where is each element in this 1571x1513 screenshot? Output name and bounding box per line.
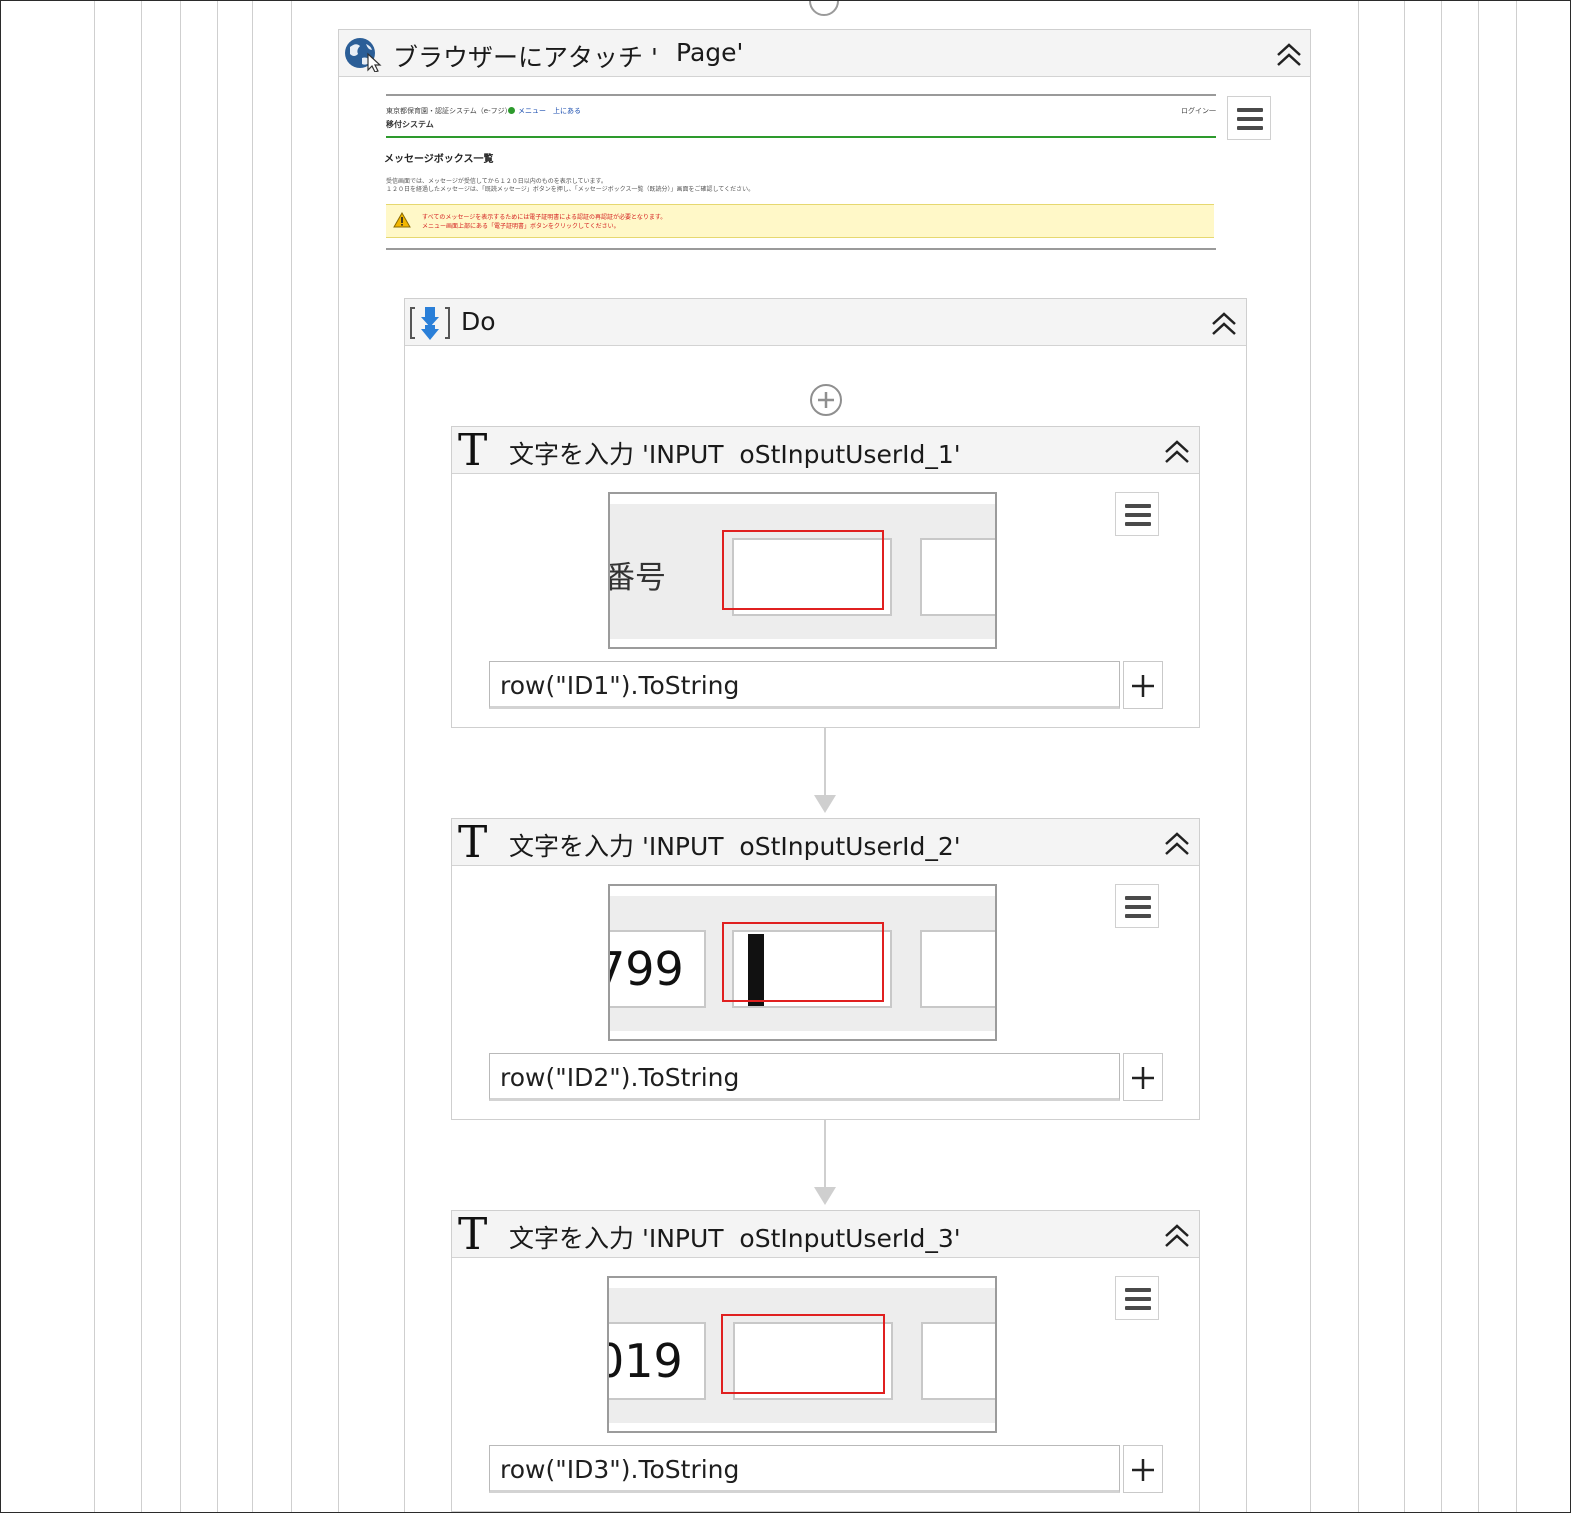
text-expression-field[interactable]: row("ID1").ToString xyxy=(489,661,1120,709)
preview-field-value: 019 xyxy=(609,1334,683,1388)
target-element-preview: 799 xyxy=(608,884,997,1041)
double-chevron-up-icon[interactable] xyxy=(1162,828,1192,858)
attach-browser-title-suffix: Page' xyxy=(676,38,744,67)
T-type-into-icon: T xyxy=(458,817,488,868)
connector-arrow xyxy=(814,795,836,813)
do-sequence-title: Do xyxy=(461,307,496,336)
preview-top-rule xyxy=(386,94,1216,96)
type-into-header[interactable]: T 文字を入力 'INPUT oStInputUserId_2' xyxy=(452,819,1199,866)
type-into-activity[interactable]: T 文字を入力 'INPUT oStInputUserId_1' 番号 row(… xyxy=(451,426,1200,728)
preview-system-name: 移付システム xyxy=(386,120,434,129)
nesting-guide-line xyxy=(1404,1,1405,1512)
type-into-title: 文字を入力 'INPUT oStInputUserId_3' xyxy=(509,1224,961,1253)
target-element-preview: 番号 xyxy=(608,492,997,649)
do-sequence[interactable]: Do T 文字を入力 'INPUT oStInputUserId_1' 番号 r… xyxy=(404,298,1247,1512)
attach-browser-title-prefix: ブラウザーにアタッチ ' xyxy=(393,43,658,72)
selection-highlight xyxy=(722,530,884,610)
connector-arrow xyxy=(814,1187,836,1205)
globe-cursor-icon xyxy=(345,38,382,72)
circle-plus-icon[interactable] xyxy=(808,382,844,418)
nesting-guide-line xyxy=(180,1,181,1512)
hamburger-menu-icon[interactable] xyxy=(1227,96,1271,140)
nesting-guide-line xyxy=(1478,1,1479,1512)
do-sequence-header[interactable]: Do xyxy=(405,299,1246,346)
T-type-into-icon: T xyxy=(458,425,488,476)
preview-header-links: メニュー 上にある xyxy=(518,107,581,115)
hamburger-menu-icon[interactable] xyxy=(1115,1276,1159,1320)
workflow-designer-canvas: ブラウザーにアタッチ ' Page' 東京都保育園・認証システム（e-フジ） メ… xyxy=(0,0,1571,1513)
preview-bottom-rule xyxy=(386,248,1216,250)
preview-warning-line2: メニュー画面上部にある「電子証明書」ボタンをクリックしてください。 xyxy=(422,223,620,230)
type-into-activity[interactable]: T 文字を入力 'INPUT oStInputUserId_3' 019 xyxy=(451,1210,1200,1512)
nesting-guide-line xyxy=(217,1,218,1512)
nesting-guide-line xyxy=(252,1,253,1512)
preview-status-dot xyxy=(508,107,515,114)
hamburger-menu-icon[interactable] xyxy=(1115,884,1159,928)
plus-icon[interactable] xyxy=(1123,1445,1163,1493)
preview-neighbor-input xyxy=(920,538,995,616)
selection-highlight xyxy=(722,922,884,1002)
preview-header-text: 東京都保育園・認証システム（e-フジ） xyxy=(386,107,512,115)
nesting-guide-line xyxy=(141,1,142,1512)
nesting-guide-line xyxy=(291,1,292,1512)
plus-icon[interactable] xyxy=(1123,661,1163,709)
type-into-header[interactable]: T 文字を入力 'INPUT oStInputUserId_1' xyxy=(452,427,1199,474)
text-expression-field[interactable]: row("ID3").ToString xyxy=(489,1445,1120,1493)
preview-green-rule xyxy=(386,136,1216,138)
nesting-guide-line xyxy=(1358,1,1359,1512)
preview-warning-box: すべてのメッセージを表示するためには電子証明書による認証の再認証が必要となります… xyxy=(386,204,1214,238)
plus-icon[interactable] xyxy=(1123,1053,1163,1101)
warning-icon xyxy=(393,212,411,228)
nesting-guide-line xyxy=(94,1,95,1512)
attach-browser-header[interactable]: ブラウザーにアタッチ ' Page' xyxy=(339,30,1310,77)
preview-desc-line2: １２０日を経過したメッセージは、「既読メッセージ」ボタンを押し、「メッセージボッ… xyxy=(386,186,755,193)
T-type-into-icon: T xyxy=(458,1209,488,1260)
hamburger-menu-icon[interactable] xyxy=(1115,492,1159,536)
type-into-header[interactable]: T 文字を入力 'INPUT oStInputUserId_3' xyxy=(452,1211,1199,1258)
preview-neighbor-input xyxy=(921,1322,995,1400)
circle-plus-icon[interactable] xyxy=(807,0,841,19)
preview-field-value: 799 xyxy=(610,942,684,996)
text-expression-field[interactable]: row("ID2").ToString xyxy=(489,1053,1120,1101)
preview-login-text: ログイン一 xyxy=(1181,107,1216,115)
connector-line xyxy=(824,728,826,798)
double-chevron-up-icon[interactable] xyxy=(1274,39,1304,69)
attach-browser-activity[interactable]: ブラウザーにアタッチ ' Page' 東京都保育園・認証システム（e-フジ） メ… xyxy=(338,29,1311,1512)
nesting-guide-line xyxy=(1516,1,1517,1512)
double-chevron-up-icon[interactable] xyxy=(1209,308,1239,338)
browser-screenshot-preview: 東京都保育園・認証システム（e-フジ） メニュー 上にある ログイン一 移付シス… xyxy=(384,94,1216,254)
type-into-title: 文字を入力 'INPUT oStInputUserId_2' xyxy=(509,832,961,861)
double-chevron-up-icon[interactable] xyxy=(1162,1220,1192,1250)
selection-highlight xyxy=(721,1314,885,1394)
type-into-activity[interactable]: T 文字を入力 'INPUT oStInputUserId_2' 799 xyxy=(451,818,1200,1120)
target-element-preview: 019 xyxy=(607,1276,997,1433)
type-into-title: 文字を入力 'INPUT oStInputUserId_1' xyxy=(509,440,961,469)
preview-field-label: 番号 xyxy=(608,560,666,596)
connector-line xyxy=(824,1120,826,1190)
double-chevron-up-icon[interactable] xyxy=(1162,436,1192,466)
nesting-guide-line xyxy=(1441,1,1442,1512)
preview-page-heading: メッセージボックス一覧 xyxy=(384,154,494,165)
preview-neighbor-input xyxy=(920,930,995,1008)
sequence-down-icon xyxy=(410,307,450,340)
preview-warning-line1: すべてのメッセージを表示するためには電子証明書による認証の再認証が必要となります… xyxy=(422,214,667,221)
